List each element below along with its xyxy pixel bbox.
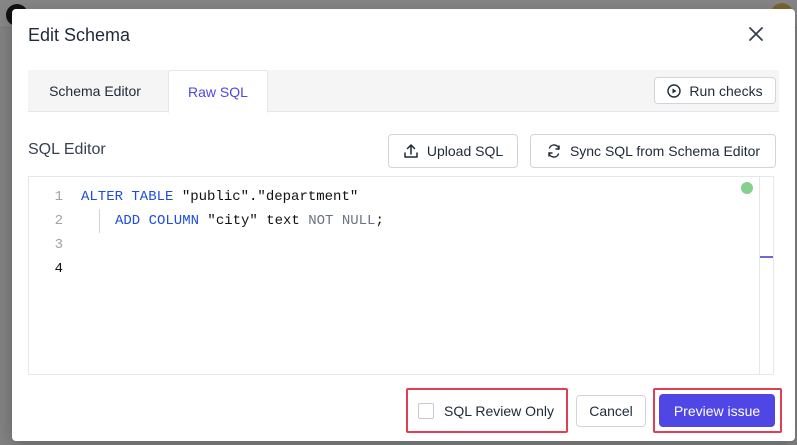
- sql-identifier: "city" text: [199, 213, 309, 229]
- play-circle-icon: [667, 83, 682, 98]
- dialog-title: Edit Schema: [28, 25, 131, 45]
- tab-raw-sql[interactable]: Raw SQL: [168, 70, 268, 113]
- code-text: ADD COLUMN "city" text NOT NULL;: [115, 213, 384, 229]
- upload-icon: [404, 144, 418, 158]
- line-number: 3: [54, 237, 63, 253]
- sql-identifier: "public"."department": [173, 189, 359, 205]
- line-number: 2: [54, 213, 63, 229]
- code-line: 2 ADD COLUMN "city" text NOT NULL;: [29, 209, 749, 233]
- close-icon: [749, 27, 763, 41]
- upload-sql-button[interactable]: Upload SQL: [388, 134, 518, 168]
- scrollbar-cursor-marker: [760, 256, 773, 258]
- sql-terminator: ;: [375, 213, 384, 229]
- upload-sql-label: Upload SQL: [426, 143, 504, 159]
- close-button[interactable]: [745, 23, 767, 45]
- sql-keyword-muted: NOT NULL: [308, 213, 376, 229]
- editor-status-indicator: [741, 182, 753, 194]
- sync-icon: [548, 144, 560, 158]
- run-checks-label: Run checks: [689, 82, 763, 99]
- sql-editor-label: SQL Editor: [28, 141, 106, 158]
- sql-code-editor[interactable]: 1 ALTER TABLE "public"."department" 2 AD…: [28, 176, 774, 375]
- code-line: 3: [29, 233, 749, 257]
- line-number: 4: [54, 261, 63, 277]
- line-number: 1: [54, 189, 63, 205]
- sql-keyword: ALTER TABLE: [81, 189, 174, 205]
- code-line: 1 ALTER TABLE "public"."department": [29, 185, 749, 209]
- checkbox-box[interactable]: [418, 403, 434, 419]
- editor-scrollbar[interactable]: [759, 177, 773, 374]
- tab-schema-editor[interactable]: Schema Editor: [28, 70, 162, 112]
- sql-review-only-label: SQL Review Only: [444, 403, 554, 419]
- run-checks-button[interactable]: Run checks: [654, 77, 776, 104]
- sql-keyword: ADD COLUMN: [115, 213, 200, 229]
- cancel-button[interactable]: Cancel: [576, 395, 646, 427]
- sql-review-only-checkbox[interactable]: SQL Review Only: [418, 401, 554, 421]
- sync-sql-label: Sync SQL from Schema Editor: [569, 143, 761, 159]
- indent-guide: [99, 209, 100, 233]
- code-text: ALTER TABLE "public"."department": [81, 189, 358, 205]
- preview-issue-button[interactable]: Preview issue: [659, 394, 775, 427]
- code-line: 4: [29, 257, 749, 281]
- sync-sql-button[interactable]: Sync SQL from Schema Editor: [530, 134, 776, 168]
- edit-schema-dialog: Edit Schema Schema Editor Raw SQL Run ch…: [12, 9, 795, 441]
